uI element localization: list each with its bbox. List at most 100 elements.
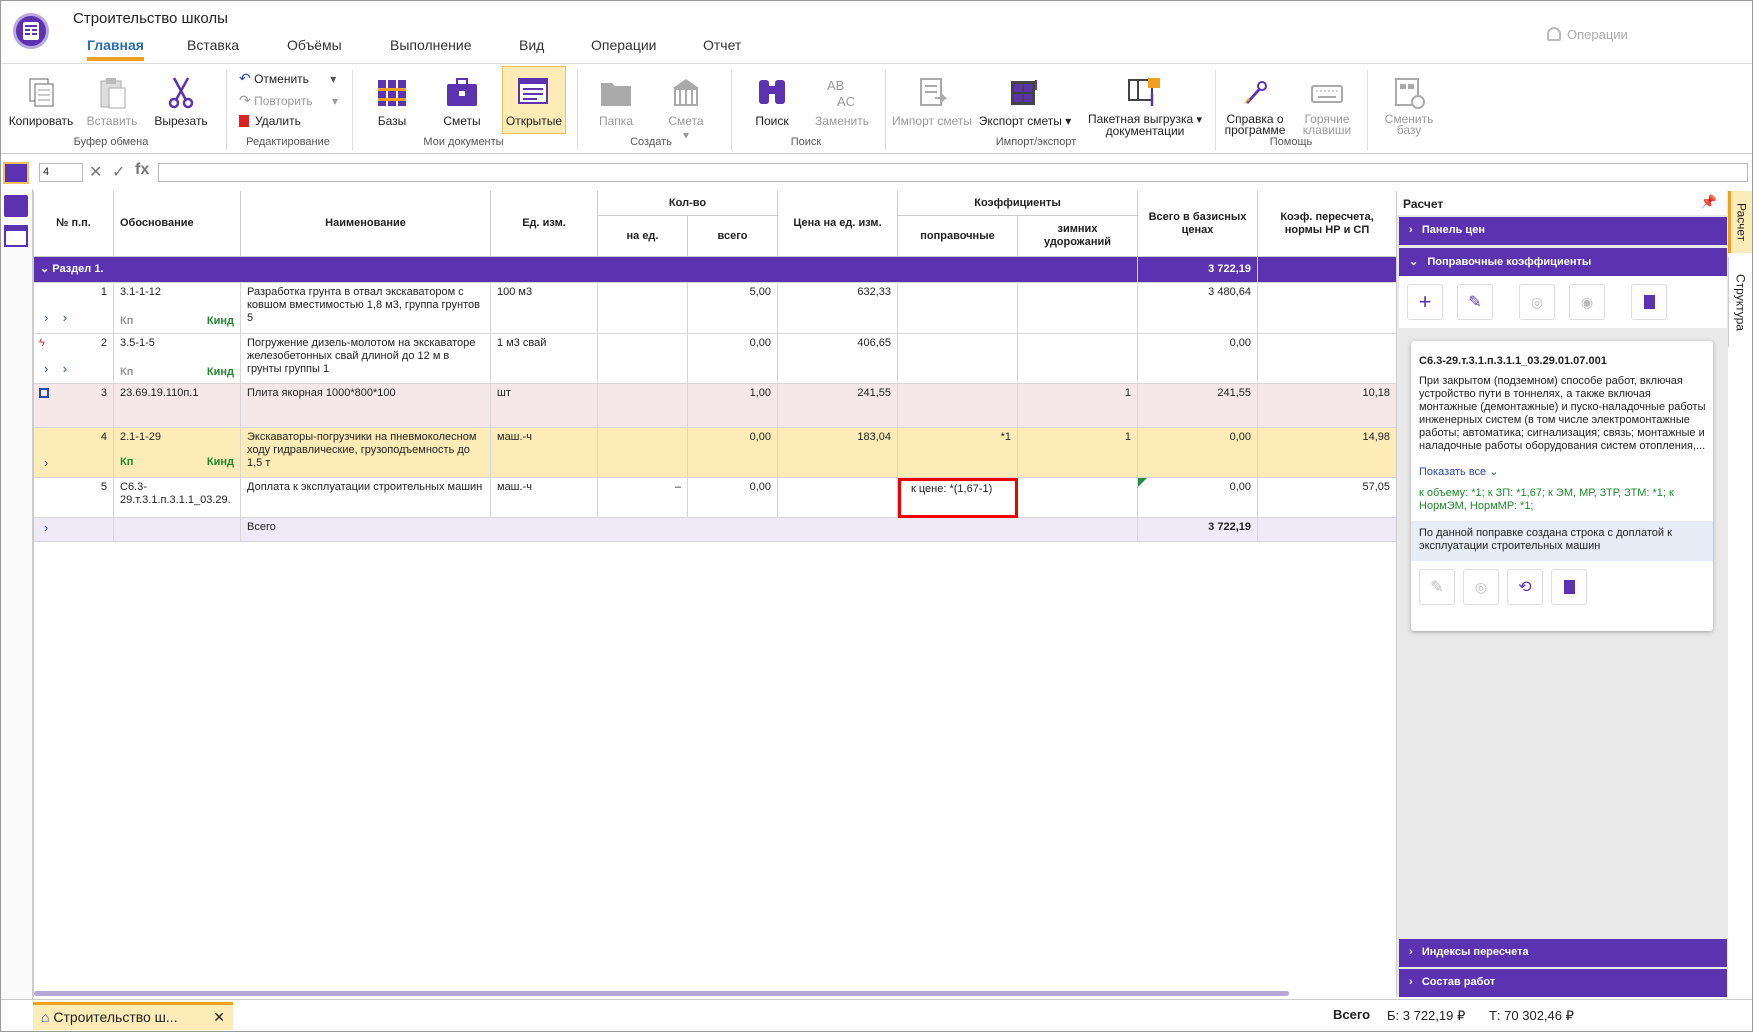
col-header-recalc[interactable]: Коэф. пересчета, нормы НР и СП <box>1258 191 1397 257</box>
kind-badge[interactable]: Кинд <box>207 315 234 328</box>
folder-button[interactable]: Папка <box>585 76 647 128</box>
qty-unit-cell[interactable]: – <box>598 478 688 518</box>
recalc-cell[interactable] <box>1258 334 1397 384</box>
corr-cell[interactable]: *1 <box>898 428 1018 478</box>
chevron-down-icon[interactable]: ▾ <box>332 94 338 108</box>
kp-badge[interactable]: Кп <box>120 456 133 469</box>
estimates-panel-icon[interactable] <box>4 195 28 217</box>
corr-coefs-section[interactable]: ⌄ Поправочные коэффициенты <box>1399 248 1727 276</box>
replace-button[interactable]: AB AC Заменить <box>811 76 873 128</box>
tab-execution[interactable]: Выполнение <box>390 37 471 61</box>
cell-reference-input[interactable]: 4 <box>39 163 83 182</box>
col-header-qty-total[interactable]: всего <box>688 216 778 257</box>
qty-unit-cell[interactable] <box>598 428 688 478</box>
basis-cell[interactable]: 3.5-1-5 Кп Кинд <box>114 334 241 384</box>
bases-button[interactable]: Базы <box>361 76 423 128</box>
col-header-coef-winter[interactable]: зимних удорожаний <box>1018 216 1138 257</box>
check-icon[interactable]: ✓ <box>112 162 125 182</box>
qty-total-cell[interactable]: 5,00 <box>688 283 778 334</box>
copy-button[interactable]: Копировать <box>7 76 75 128</box>
basis-cell[interactable]: 3.1-1-12 Кп Кинд <box>114 283 241 334</box>
show-all-link[interactable]: Показать все ⌄ <box>1419 465 1498 478</box>
function-icon[interactable]: fx <box>135 161 149 179</box>
chevron-right-icon[interactable]: › › <box>44 362 67 375</box>
name-cell[interactable]: Погружение дизель-молотом на экскаваторе… <box>241 334 491 384</box>
name-cell[interactable]: Доплата к эксплуатации строительных маши… <box>241 478 491 518</box>
close-icon[interactable]: ✕ <box>213 1009 225 1026</box>
chevron-down-icon[interactable]: ⌄ <box>40 263 49 275</box>
search-button[interactable]: Поиск <box>741 76 803 128</box>
winter-cell[interactable]: 1 <box>1018 428 1138 478</box>
col-header-coef[interactable]: Коэффициенты <box>898 191 1138 216</box>
total-cell[interactable]: 241,55 <box>1138 384 1258 428</box>
kind-badge[interactable]: Кинд <box>207 366 234 379</box>
operations-indicator[interactable]: Операции <box>1547 27 1628 42</box>
kp-badge[interactable]: Кп <box>120 366 133 379</box>
unit-cell[interactable]: маш.-ч <box>491 428 598 478</box>
estimates-button[interactable]: Сметы <box>431 76 493 128</box>
chevron-right-icon[interactable]: › <box>44 521 48 534</box>
app-logo-icon[interactable] <box>13 13 49 49</box>
kind-badge[interactable]: Кинд <box>207 456 234 469</box>
import-estimate-button[interactable]: Импорт сметы <box>889 76 975 128</box>
cancel-icon[interactable]: ✕ <box>89 162 102 182</box>
col-header-price[interactable]: Цена на ед. изм. <box>778 191 898 257</box>
open-docs-button[interactable]: Открытые <box>502 66 566 134</box>
qty-unit-cell[interactable] <box>598 384 688 428</box>
total-cell[interactable]: 0,00 <box>1138 428 1258 478</box>
recalc-cell[interactable]: 14,98 <box>1258 428 1397 478</box>
show-button[interactable]: ◉ <box>1569 284 1605 320</box>
basis-cell[interactable]: 23.69.19.110п.1 <box>114 384 241 428</box>
recalc-cell[interactable] <box>1258 283 1397 334</box>
price-cell[interactable] <box>778 478 898 518</box>
qty-total-cell[interactable]: 0,00 <box>688 478 778 518</box>
document-tab[interactable]: ⌂ Строительство ш... ✕ <box>33 1002 233 1030</box>
col-header-unit[interactable]: Ед. изм. <box>491 191 598 257</box>
indexes-section[interactable]: › Индексы пересчета <box>1399 939 1727 967</box>
unit-cell[interactable]: 100 м3 <box>491 283 598 334</box>
delete-coef-button[interactable] <box>1631 284 1667 320</box>
table-row[interactable]: 5 <box>34 478 114 518</box>
basis-cell[interactable]: 2.1-1-29 Кп Кинд <box>114 428 241 478</box>
col-header-total[interactable]: Всего в базисных ценах <box>1138 191 1258 257</box>
tab-operations[interactable]: Операции <box>591 37 657 61</box>
winter-cell[interactable]: 1 <box>1018 384 1138 428</box>
tab-report[interactable]: Отчет <box>703 37 741 61</box>
table-row[interactable]: 3 <box>34 384 114 428</box>
total-row[interactable]: › <box>34 518 114 542</box>
unit-cell[interactable]: маш.-ч <box>491 478 598 518</box>
tab-view[interactable]: Вид <box>519 37 544 61</box>
price-cell[interactable]: 406,65 <box>778 334 898 384</box>
about-button[interactable]: Справка о программе <box>1219 76 1291 136</box>
winter-cell[interactable] <box>1018 334 1138 384</box>
qty-unit-cell[interactable] <box>598 334 688 384</box>
corr-cell[interactable] <box>898 384 1018 428</box>
paste-button[interactable]: Вставить <box>79 76 145 128</box>
chevron-right-icon[interactable]: › › <box>44 311 67 324</box>
table-row[interactable]: 4 › <box>34 428 114 478</box>
table-row[interactable]: ϟ 2 › › <box>34 334 114 384</box>
delete-button[interactable]: Удалить <box>239 114 301 128</box>
qty-total-cell[interactable]: 0,00 <box>688 428 778 478</box>
qty-unit-cell[interactable] <box>598 283 688 334</box>
change-base-button[interactable]: Сменить базу <box>1375 76 1443 136</box>
redo-button[interactable]: ↷ Повторить ▾ <box>239 92 338 109</box>
col-header-qty[interactable]: Кол-во <box>598 191 778 216</box>
formula-input[interactable] <box>158 163 1748 182</box>
col-header-coef-corr[interactable]: поправочные <box>898 216 1018 257</box>
undo-button[interactable]: ↶ Отменить ▾ <box>239 70 336 87</box>
col-header-qty-unit[interactable]: на ед. <box>598 216 688 257</box>
export-estimate-button[interactable]: Экспорт сметы ▾ <box>977 76 1073 128</box>
open-panel-icon[interactable] <box>4 225 28 247</box>
price-cell[interactable]: 241,55 <box>778 384 898 428</box>
unit-cell[interactable]: шт <box>491 384 598 428</box>
pin-icon[interactable]: 📌 <box>1701 194 1717 210</box>
tab-main[interactable]: Главная <box>87 37 144 61</box>
col-header-name[interactable]: Наименование <box>241 191 491 257</box>
name-cell[interactable]: Плита якорная 1000*800*100 <box>241 384 491 428</box>
kp-badge[interactable]: Кп <box>120 315 133 328</box>
recalc-cell[interactable]: 57,05 <box>1258 478 1397 518</box>
chevron-right-icon[interactable]: › <box>44 456 48 469</box>
recalc-cell[interactable]: 10,18 <box>1258 384 1397 428</box>
chevron-down-icon[interactable]: ▾ <box>330 72 336 86</box>
